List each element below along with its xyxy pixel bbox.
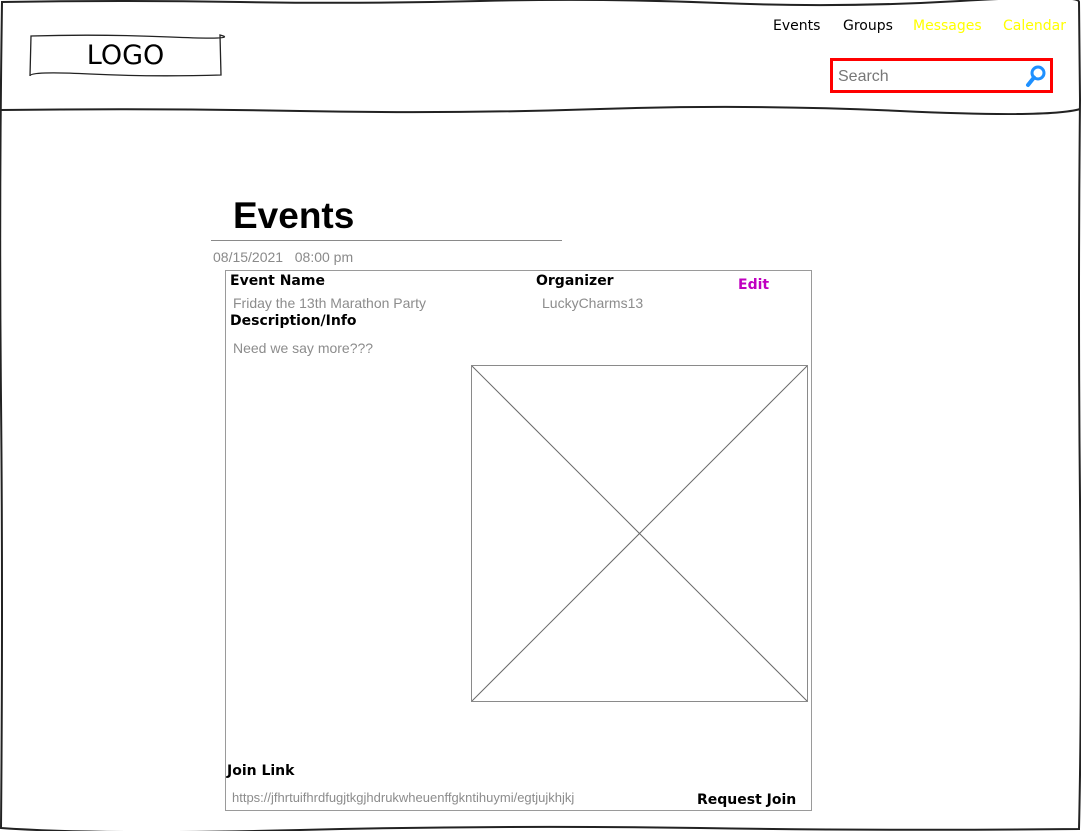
organizer-value[interactable]: LuckyCharms13 [542,295,643,311]
edit-button[interactable]: Edit [738,277,769,293]
nav-link-events[interactable]: Events [773,17,820,35]
description-label: Description/Info [230,313,357,329]
nav-link-calendar[interactable]: Calendar [1003,17,1066,35]
join-link-url[interactable]: https://jfhrtuifhrdfugjtkgjhdrukwheuenff… [232,790,574,805]
search-box [830,58,1053,93]
event-date: 08/15/2021 [213,249,284,265]
image-placeholder-icon [471,365,808,702]
nav-link-groups[interactable]: Groups [843,17,893,35]
description-value: Need we say more??? [233,340,374,356]
join-link-label: Join Link [227,763,295,779]
event-time: 08:00 pm [294,249,354,265]
event-name-value: Friday the 13th Marathon Party [233,295,426,311]
title-divider [211,240,562,241]
event-datetime: 08/15/2021 08:00 pm [213,249,353,265]
organizer-label: Organizer [536,273,614,289]
event-card: Event Name Friday the 13th Marathon Part… [225,270,812,811]
search-input[interactable] [838,65,1023,88]
page-title: Events [233,195,355,236]
event-name-label: Event Name [230,273,325,289]
request-join-button[interactable]: Request Join [697,792,796,808]
search-icon[interactable] [1024,64,1048,88]
nav-link-messages[interactable]: Messages [913,17,982,35]
logo[interactable]: LOGO [31,36,220,75]
